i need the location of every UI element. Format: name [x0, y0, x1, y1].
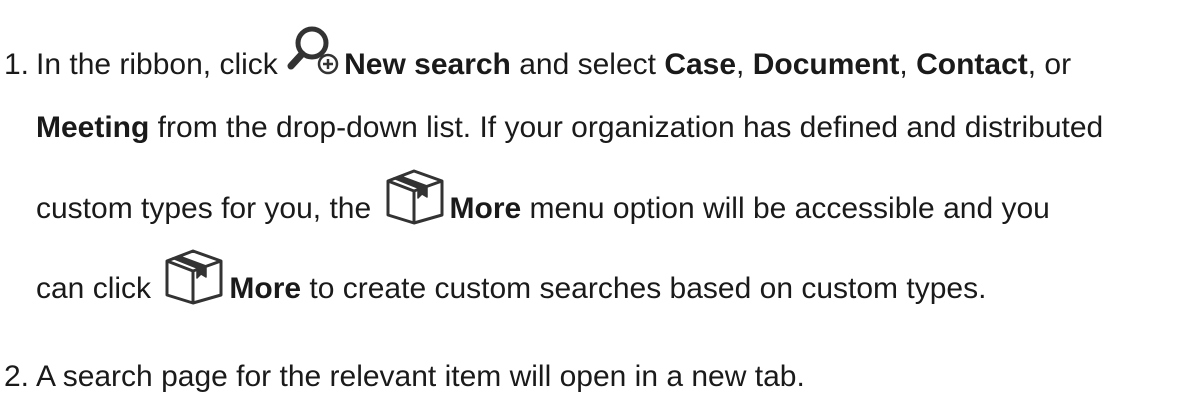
step-1-line-1: In the ribbon, click New search and sele… [36, 26, 1071, 83]
step-2: 2. A search page for the relevant item w… [0, 345, 1177, 395]
step-1-line-4: can click More to create custom searches… [36, 249, 986, 307]
box-icon [380, 161, 450, 227]
box-icon [159, 241, 229, 307]
document-body: 1. In the ribbon, click New search and s… [0, 0, 1177, 407]
meeting-label: Meeting [36, 111, 150, 144]
contact-label: Contact [916, 48, 1028, 81]
search-add-icon [286, 23, 344, 83]
step-1-line-3: custom types for you, the More menu opti… [36, 169, 1050, 227]
step-1-line-2: Meeting from the drop-down list. If your… [36, 111, 1104, 144]
step-number: 1. [4, 48, 30, 81]
case-label: Case [664, 48, 737, 81]
more-label: More [229, 272, 302, 305]
new-search-label: New search [344, 48, 511, 81]
step-number: 2. [4, 360, 30, 393]
step-2-text: A search page for the relevant item will… [36, 360, 805, 393]
step-1: 1. In the ribbon, click New search and s… [0, 0, 1177, 330]
document-label: Document [752, 48, 900, 81]
more-label: More [449, 192, 522, 225]
